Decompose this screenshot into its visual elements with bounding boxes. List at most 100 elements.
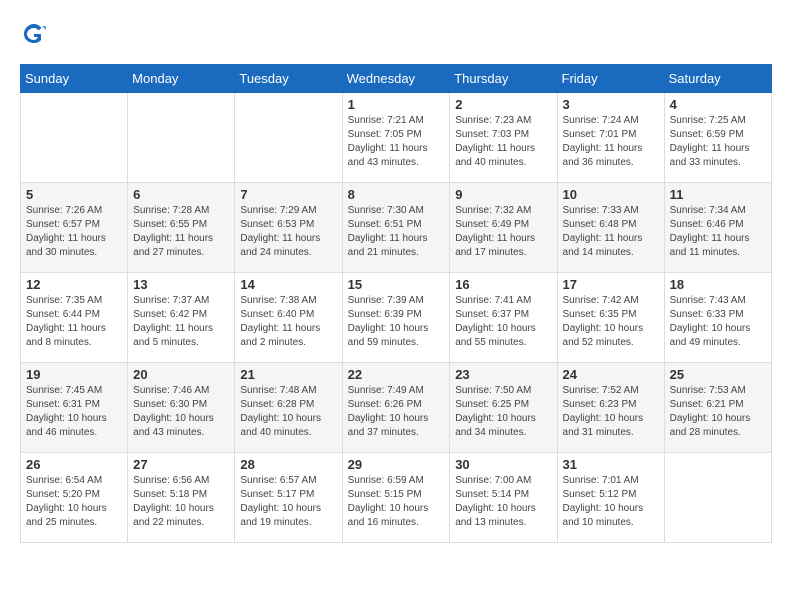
calendar-cell [235,93,342,183]
day-number: 23 [455,367,551,382]
calendar-week-row: 12Sunrise: 7:35 AM Sunset: 6:44 PM Dayli… [21,273,772,363]
day-info: Sunrise: 7:24 AM Sunset: 7:01 PM Dayligh… [563,114,659,170]
day-number: 4 [670,97,766,112]
day-info: Sunrise: 7:37 AM Sunset: 6:42 PM Dayligh… [133,294,229,350]
calendar-cell: 18 Sunrise: 7:43 AM Sunset: 6:33 PM Dayli… [664,273,771,363]
day-info: Sunrise: 7:23 AM Sunset: 7:03 PM Dayligh… [455,114,551,170]
calendar-cell: 19 Sunrise: 7:45 AM Sunset: 6:31 PM Dayli… [21,363,128,453]
day-number: 13 [133,277,229,292]
calendar-cell: 27 Sunrise: 6:56 AM Sunset: 5:18 PM Dayli… [128,453,235,543]
day-info: Sunrise: 7:01 AM Sunset: 5:12 PM Dayligh… [563,474,659,530]
day-number: 9 [455,187,551,202]
day-number: 26 [26,457,122,472]
page-header [20,20,772,48]
day-info: Sunrise: 7:46 AM Sunset: 6:30 PM Dayligh… [133,384,229,440]
day-number: 21 [240,367,336,382]
day-number: 6 [133,187,229,202]
day-number: 19 [26,367,122,382]
day-info: Sunrise: 7:42 AM Sunset: 6:35 PM Dayligh… [563,294,659,350]
day-info: Sunrise: 7:45 AM Sunset: 6:31 PM Dayligh… [26,384,122,440]
calendar-cell: 11 Sunrise: 7:34 AM Sunset: 6:46 PM Dayli… [664,183,771,273]
calendar-cell: 9 Sunrise: 7:32 AM Sunset: 6:49 PM Daylig… [450,183,557,273]
calendar-cell: 16 Sunrise: 7:41 AM Sunset: 6:37 PM Dayli… [450,273,557,363]
logo [20,20,52,48]
day-number: 8 [348,187,445,202]
calendar-table: SundayMondayTuesdayWednesdayThursdayFrid… [20,64,772,543]
calendar-cell [21,93,128,183]
day-info: Sunrise: 7:38 AM Sunset: 6:40 PM Dayligh… [240,294,336,350]
day-number: 1 [348,97,445,112]
weekday-header: Sunday [21,65,128,93]
day-number: 27 [133,457,229,472]
calendar-week-row: 26 Sunrise: 6:54 AM Sunset: 5:20 PM Dayli… [21,453,772,543]
day-number: 11 [670,187,766,202]
calendar-cell: 13 Sunrise: 7:37 AM Sunset: 6:42 PM Dayli… [128,273,235,363]
logo-icon [20,20,48,48]
calendar-cell: 14 Sunrise: 7:38 AM Sunset: 6:40 PM Dayli… [235,273,342,363]
weekday-header: Tuesday [235,65,342,93]
calendar-cell: 7Sunrise: 7:29 AM Sunset: 6:53 PM Daylig… [235,183,342,273]
day-number: 28 [240,457,336,472]
day-number: 10 [563,187,659,202]
day-number: 20 [133,367,229,382]
day-info: Sunrise: 7:53 AM Sunset: 6:21 PM Dayligh… [670,384,766,440]
calendar-cell: 15Sunrise: 7:39 AM Sunset: 6:39 PM Dayli… [342,273,450,363]
day-info: Sunrise: 6:54 AM Sunset: 5:20 PM Dayligh… [26,474,122,530]
day-number: 14 [240,277,336,292]
calendar-cell: 1 Sunrise: 7:21 AM Sunset: 7:05 PM Daylig… [342,93,450,183]
calendar-cell: 30 Sunrise: 7:00 AM Sunset: 5:14 PM Dayli… [450,453,557,543]
day-number: 25 [670,367,766,382]
calendar-cell: 2Sunrise: 7:23 AM Sunset: 7:03 PM Daylig… [450,93,557,183]
calendar-cell: 17Sunrise: 7:42 AM Sunset: 6:35 PM Dayli… [557,273,664,363]
calendar-cell: 31 Sunrise: 7:01 AM Sunset: 5:12 PM Dayli… [557,453,664,543]
day-info: Sunrise: 7:32 AM Sunset: 6:49 PM Dayligh… [455,204,551,260]
calendar-cell: 23 Sunrise: 7:50 AM Sunset: 6:25 PM Dayli… [450,363,557,453]
day-number: 16 [455,277,551,292]
calendar-cell: 24 Sunrise: 7:52 AM Sunset: 6:23 PM Dayli… [557,363,664,453]
calendar-cell: 28 Sunrise: 6:57 AM Sunset: 5:17 PM Dayli… [235,453,342,543]
day-info: Sunrise: 7:33 AM Sunset: 6:48 PM Dayligh… [563,204,659,260]
weekday-header: Thursday [450,65,557,93]
day-info: Sunrise: 7:30 AM Sunset: 6:51 PM Dayligh… [348,204,445,260]
day-number: 31 [563,457,659,472]
day-info: Sunrise: 6:57 AM Sunset: 5:17 PM Dayligh… [240,474,336,530]
calendar-cell: 26 Sunrise: 6:54 AM Sunset: 5:20 PM Dayli… [21,453,128,543]
day-info: Sunrise: 7:50 AM Sunset: 6:25 PM Dayligh… [455,384,551,440]
day-info: Sunrise: 7:29 AM Sunset: 6:53 PM Dayligh… [240,204,336,260]
calendar-cell [128,93,235,183]
day-info: Sunrise: 7:21 AM Sunset: 7:05 PM Dayligh… [348,114,445,170]
day-number: 30 [455,457,551,472]
day-number: 3 [563,97,659,112]
day-info: Sunrise: 7:00 AM Sunset: 5:14 PM Dayligh… [455,474,551,530]
calendar-cell: 29Sunrise: 6:59 AM Sunset: 5:15 PM Dayli… [342,453,450,543]
calendar-cell: 3 Sunrise: 7:24 AM Sunset: 7:01 PM Daylig… [557,93,664,183]
day-info: Sunrise: 7:49 AM Sunset: 6:26 PM Dayligh… [348,384,445,440]
calendar-cell: 6 Sunrise: 7:28 AM Sunset: 6:55 PM Daylig… [128,183,235,273]
day-info: Sunrise: 7:25 AM Sunset: 6:59 PM Dayligh… [670,114,766,170]
calendar-week-row: 19 Sunrise: 7:45 AM Sunset: 6:31 PM Dayli… [21,363,772,453]
day-number: 18 [670,277,766,292]
day-info: Sunrise: 7:28 AM Sunset: 6:55 PM Dayligh… [133,204,229,260]
calendar-cell: 20 Sunrise: 7:46 AM Sunset: 6:30 PM Dayli… [128,363,235,453]
day-info: Sunrise: 6:56 AM Sunset: 5:18 PM Dayligh… [133,474,229,530]
calendar-cell: 4 Sunrise: 7:25 AM Sunset: 6:59 PM Daylig… [664,93,771,183]
day-info: Sunrise: 7:48 AM Sunset: 6:28 PM Dayligh… [240,384,336,440]
day-info: Sunrise: 6:59 AM Sunset: 5:15 PM Dayligh… [348,474,445,530]
weekday-header: Friday [557,65,664,93]
weekday-header: Monday [128,65,235,93]
day-info: Sunrise: 7:34 AM Sunset: 6:46 PM Dayligh… [670,204,766,260]
weekday-header: Saturday [664,65,771,93]
day-info: Sunrise: 7:35 AM Sunset: 6:44 PM Dayligh… [26,294,122,350]
calendar-cell: 8 Sunrise: 7:30 AM Sunset: 6:51 PM Daylig… [342,183,450,273]
calendar-cell: 5Sunrise: 7:26 AM Sunset: 6:57 PM Daylig… [21,183,128,273]
calendar-cell: 22Sunrise: 7:49 AM Sunset: 6:26 PM Dayli… [342,363,450,453]
day-info: Sunrise: 7:52 AM Sunset: 6:23 PM Dayligh… [563,384,659,440]
day-info: Sunrise: 7:43 AM Sunset: 6:33 PM Dayligh… [670,294,766,350]
weekday-header-row: SundayMondayTuesdayWednesdayThursdayFrid… [21,65,772,93]
day-number: 24 [563,367,659,382]
day-info: Sunrise: 7:39 AM Sunset: 6:39 PM Dayligh… [348,294,445,350]
day-info: Sunrise: 7:41 AM Sunset: 6:37 PM Dayligh… [455,294,551,350]
calendar-week-row: 1 Sunrise: 7:21 AM Sunset: 7:05 PM Daylig… [21,93,772,183]
day-info: Sunrise: 7:26 AM Sunset: 6:57 PM Dayligh… [26,204,122,260]
calendar-cell: 21 Sunrise: 7:48 AM Sunset: 6:28 PM Dayli… [235,363,342,453]
